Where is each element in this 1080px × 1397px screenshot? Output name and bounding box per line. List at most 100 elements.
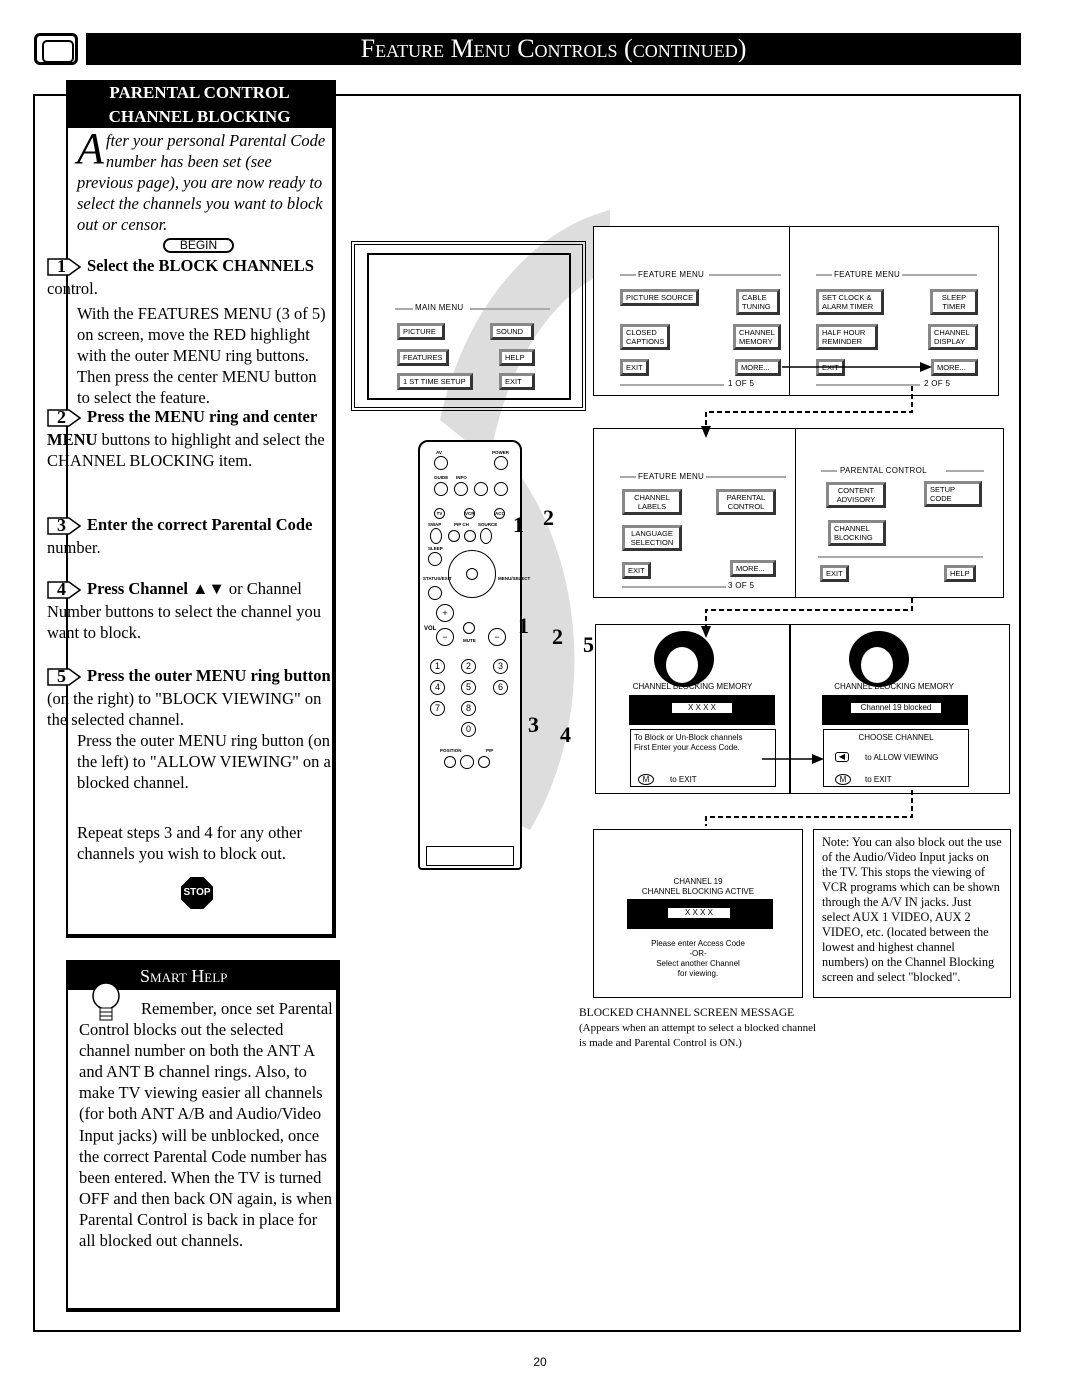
step-2: 2 Press the MENU ring and center MENU but… xyxy=(47,406,332,471)
blocked-message: Please enter Access Code xyxy=(651,939,745,948)
menu-item-features[interactable]: FEATURES xyxy=(397,349,449,366)
digit-button-5[interactable]: 5 xyxy=(461,680,476,695)
section-title: PARENTAL CONTROL xyxy=(66,80,333,106)
digit-button-1[interactable]: 1 xyxy=(430,659,445,674)
note-box: Note: You can also block out the use of … xyxy=(813,829,1011,998)
menu-item-set-clock[interactable]: SET CLOCK & ALARM TIMER xyxy=(816,289,884,315)
step-3-title: Enter the correct Parental Code xyxy=(87,515,313,534)
begin-badge: BEGIN xyxy=(163,238,234,253)
sleep-label: SLEEP xyxy=(428,546,443,551)
color-button[interactable] xyxy=(494,482,508,496)
channel-down-button[interactable]: − xyxy=(488,628,506,646)
blocked-channel-number: CHANNEL 19 xyxy=(673,877,723,886)
digit-button-4[interactable]: 4 xyxy=(430,680,445,695)
step-1-rest: control. xyxy=(47,279,98,299)
status-exit-button[interactable] xyxy=(428,586,442,600)
blocked-message: Select another Channel xyxy=(656,959,740,968)
info-label: INFO xyxy=(456,475,467,480)
step-number-arrow-icon: 3 xyxy=(47,515,81,537)
access-code-field[interactable]: X X X X xyxy=(668,908,730,918)
step-number-arrow-icon: 5 xyxy=(47,666,81,688)
digit-button-2[interactable]: 2 xyxy=(461,659,476,674)
page-title: Feature Menu Controls (continued) xyxy=(86,33,1021,65)
power-button[interactable] xyxy=(494,456,508,470)
pip-ch-label: PIP CH xyxy=(454,522,469,527)
menu-item-sleep-timer[interactable]: SLEEP TIMER xyxy=(930,289,978,315)
pip-button[interactable] xyxy=(478,756,490,768)
step-4-title: Press Channel ▲▼ xyxy=(87,579,225,598)
tv-button[interactable]: TV xyxy=(434,508,445,519)
step-1-title: Select the BLOCK CHANNELS xyxy=(87,256,314,275)
step-callout: 3 xyxy=(528,712,539,737)
menu-item-channel-memory[interactable]: CHANNEL MEMORY xyxy=(733,324,781,350)
sleep-button[interactable] xyxy=(428,552,442,566)
menu-item-first-time-setup[interactable]: 1 ST TIME SETUP xyxy=(397,373,473,390)
flow-arrows xyxy=(701,362,932,826)
acc-button[interactable]: ACC xyxy=(494,508,505,519)
digit-button-6[interactable]: 6 xyxy=(493,680,508,695)
menu-item-exit[interactable]: EXIT xyxy=(499,373,535,390)
menu-center-button[interactable] xyxy=(466,568,478,580)
step-callout: 2 xyxy=(552,624,563,649)
tv-icon xyxy=(34,33,78,65)
sun-button[interactable] xyxy=(460,755,474,769)
power-label: POWER xyxy=(492,450,510,455)
step-callout: 4 xyxy=(560,722,571,747)
menu-item-channel-display[interactable]: CHANNEL DISPLAY xyxy=(928,324,978,350)
blocked-caption-title: BLOCKED CHANNEL SCREEN MESSAGE xyxy=(579,1007,795,1019)
blocked-status: CHANNEL BLOCKING ACTIVE xyxy=(641,887,755,896)
swap-button[interactable] xyxy=(430,528,442,544)
digit-button-0[interactable]: 0 xyxy=(461,722,476,737)
pip-ch-down-button[interactable] xyxy=(448,530,460,542)
repeat-text: Repeat steps 3 and 4 for any other chann… xyxy=(77,823,302,863)
menu-item-help[interactable]: HELP xyxy=(499,349,535,366)
color-button[interactable] xyxy=(474,482,488,496)
intro-body: fter your personal Parental Code number … xyxy=(77,131,326,234)
remote-bottom-panel xyxy=(426,846,514,866)
position-label: POSITION xyxy=(440,748,462,753)
step-3-rest: number. xyxy=(47,538,101,558)
digit-button-8[interactable]: 8 xyxy=(461,701,476,716)
blocked-message: -OR- xyxy=(689,949,707,958)
step-5-rest: (on the right) to "BLOCK VIEWING" on the… xyxy=(47,689,322,730)
step-callout: 1 xyxy=(513,512,524,537)
av-label: AV xyxy=(436,450,442,455)
step-5: 5 Press the outer MENU ring button (on th… xyxy=(47,665,332,793)
step-5-title: Press the outer MENU ring button xyxy=(87,666,331,685)
step-1: 1 Select the BLOCK CHANNELS control. With… xyxy=(47,255,332,408)
swap-label: SWAP xyxy=(428,522,442,527)
blocked-caption: (Appears when an attempt to select a blo… xyxy=(579,1022,817,1049)
step-3: 3 Enter the correct Parental Code number. xyxy=(47,514,332,558)
pip-ch-up-button[interactable] xyxy=(464,530,476,542)
menu-item-half-hour-reminder[interactable]: HALF HOUR REMINDER xyxy=(816,324,878,350)
guide-label: GUIDE xyxy=(434,475,449,480)
main-menu-title: MAIN MENU xyxy=(415,303,464,312)
digit-button-7[interactable]: 7 xyxy=(430,701,445,716)
blocked-channel-screen: CHANNEL 19 CHANNEL BLOCKING ACTIVE X X X… xyxy=(593,829,803,998)
remote-control: AV POWER GUIDE INFO TV VCR ACC SWAP PIP … xyxy=(418,440,530,870)
mute-label: MUTE xyxy=(463,638,476,643)
menu-item-sound[interactable]: SOUND xyxy=(490,323,534,340)
smart-help-body: Remember, once set Parental Control bloc… xyxy=(79,999,333,1251)
step-5-body: Press the outer MENU ring button (on the… xyxy=(77,731,331,793)
vcr-button[interactable]: VCR xyxy=(464,508,475,519)
volume-down-button[interactable]: − xyxy=(436,628,454,646)
digit-button-3[interactable]: 3 xyxy=(493,659,508,674)
source-button[interactable] xyxy=(480,528,492,544)
av-button[interactable] xyxy=(434,456,448,470)
menu-item-picture[interactable]: PICTURE xyxy=(397,323,445,340)
step-number-arrow-icon: 4 xyxy=(47,579,81,601)
menu-item-cable-tuning[interactable]: CABLE TUNING xyxy=(736,289,780,315)
volume-up-button[interactable]: + xyxy=(436,604,454,622)
vol-label: VOL xyxy=(424,626,437,632)
info-button[interactable] xyxy=(454,482,468,496)
menu-item-picture-source[interactable]: PICTURE SOURCE xyxy=(620,289,700,306)
pip-label: PIP xyxy=(486,748,494,753)
guide-button[interactable] xyxy=(434,482,448,496)
status-exit-label: STATUS/EXIT xyxy=(423,576,452,581)
position-button[interactable] xyxy=(444,756,456,768)
section-subtitle: CHANNEL BLOCKING xyxy=(66,106,333,128)
feature-menu-title: FEATURE MENU xyxy=(638,270,705,279)
mute-button[interactable] xyxy=(463,622,475,634)
menu-item-closed-captions[interactable]: CLOSED CAPTIONS xyxy=(620,324,670,350)
